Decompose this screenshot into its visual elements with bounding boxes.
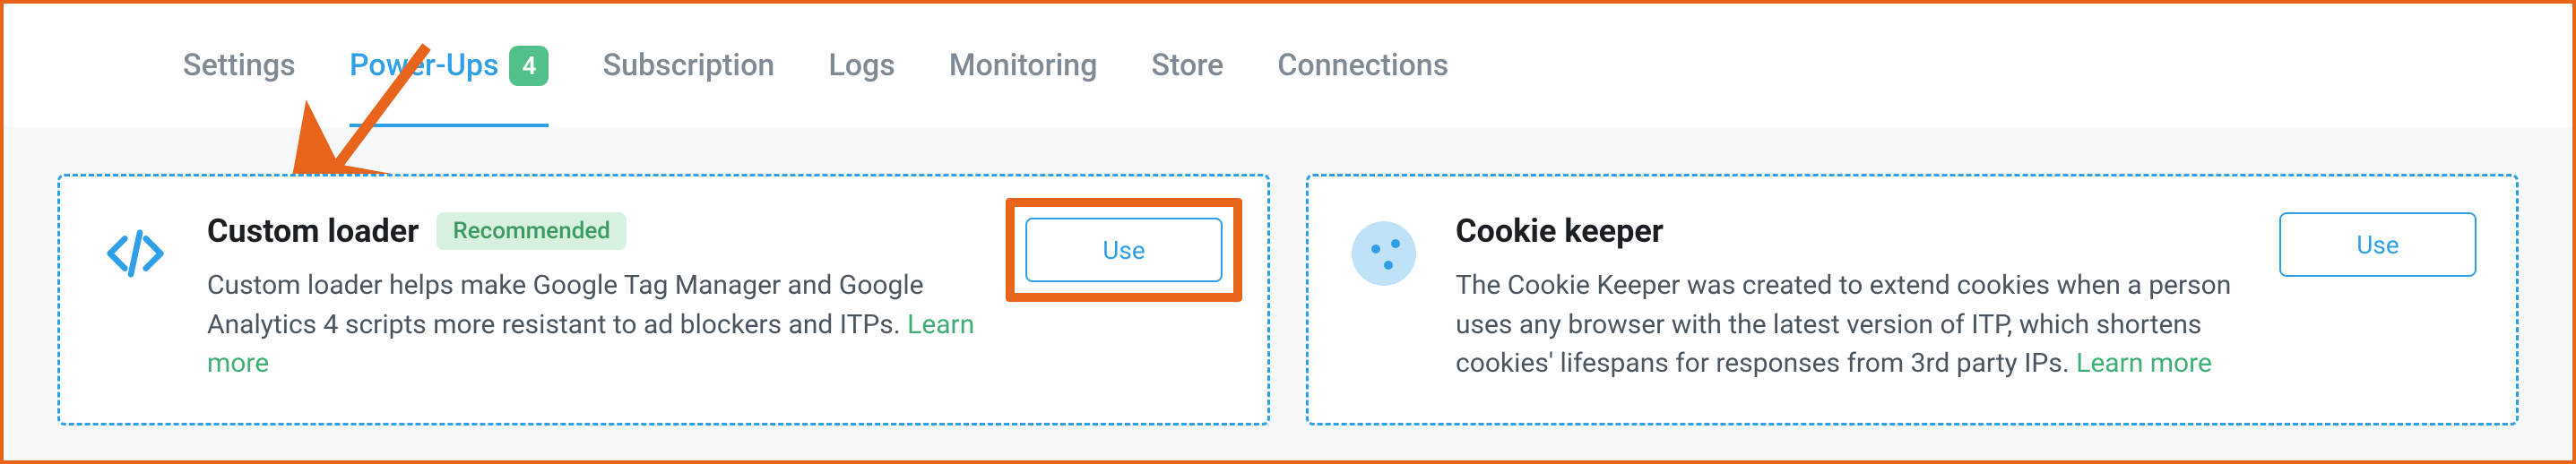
card-description: Custom loader helps make Google Tag Mana… [207, 266, 996, 383]
cookie-icon [1348, 218, 1420, 289]
card-title: Cookie keeper [1456, 212, 1664, 250]
recommended-badge: Recommended [437, 212, 627, 250]
annotation-highlight-box: Use [1006, 198, 1242, 302]
learn-more-link[interactable]: Learn more [2076, 348, 2212, 379]
cards-row: Custom loader Recommended Custom loader … [57, 174, 2519, 425]
tab-bar: Settings Power-Ups 4 Subscription Logs M… [4, 4, 2572, 127]
tab-monitoring[interactable]: Monitoring [949, 4, 1098, 127]
card-title: Custom loader [207, 212, 419, 250]
card-description-text: Custom loader helps make Google Tag Mana… [207, 270, 924, 340]
card-description: The Cookie Keeper was created to extend … [1456, 266, 2244, 383]
tab-store[interactable]: Store [1152, 4, 1224, 127]
use-button[interactable]: Use [1025, 218, 1223, 282]
power-ups-count-badge: 4 [509, 46, 549, 86]
card-cookie-keeper: Cookie keeper The Cookie Keeper was crea… [1306, 174, 2519, 425]
tab-logs[interactable]: Logs [828, 4, 895, 127]
tab-settings[interactable]: Settings [183, 4, 296, 127]
tab-power-ups[interactable]: Power-Ups 4 [350, 4, 549, 127]
tab-power-ups-label: Power-Ups [350, 47, 499, 83]
tab-subscription[interactable]: Subscription [602, 4, 774, 127]
annotated-frame: Settings Power-Ups 4 Subscription Logs M… [0, 0, 2576, 464]
use-button[interactable]: Use [2279, 212, 2477, 277]
code-icon [99, 218, 171, 289]
tab-connections[interactable]: Connections [1277, 4, 1448, 127]
card-custom-loader: Custom loader Recommended Custom loader … [57, 174, 1270, 425]
